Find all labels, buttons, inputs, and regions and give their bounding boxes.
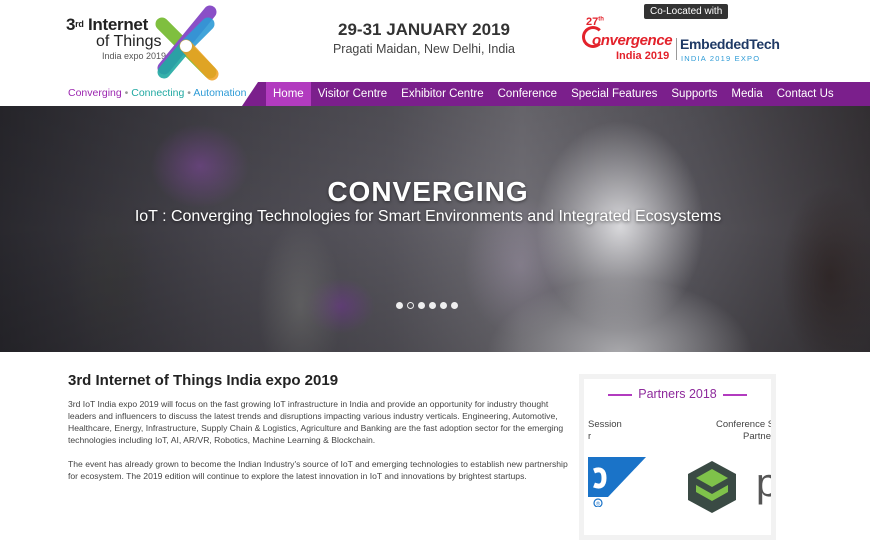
tagline: Converging • Connecting • Automation [68, 87, 246, 99]
event-date: 29-31 JANUARY 2019 [338, 20, 510, 39]
logo-title: 3rd Internet [66, 16, 148, 34]
embeddedtech-logo[interactable]: EmbeddedTech [680, 36, 780, 52]
partners-title-text: Partners 2018 [638, 387, 717, 401]
convergence-year: India 2019 [616, 50, 670, 62]
tagline-separator: • [124, 87, 129, 99]
sap-partner-logo-icon[interactable]: ® [588, 457, 646, 507]
intro-section: 3rd Internet of Things India expo 2019 3… [68, 372, 572, 494]
nav-exhibitor-centre[interactable]: Exhibitor Centre [394, 82, 490, 106]
iot-india-expo-logo[interactable]: 3rd Internet of Things India expo 2019 [66, 4, 236, 100]
partners-title-rule-right [722, 393, 747, 396]
convergence-edition: 27th [586, 16, 604, 28]
partner-label-conference-line1: Conference S [716, 419, 771, 430]
slider-dot-2[interactable] [407, 302, 414, 309]
nav-visitor-centre[interactable]: Visitor Centre [311, 82, 394, 106]
slider-dot-4[interactable] [429, 302, 436, 309]
hero-title: CONVERGING [327, 176, 529, 207]
hero-slider[interactable]: CONVERGING IoT : Converging Technologies… [0, 106, 870, 352]
convergence-name: onvergence [592, 32, 673, 49]
intro-paragraph-1: 3rd IoT India expo 2019 will focus on th… [68, 399, 564, 445]
colocated-events: Co-Located with 27th onvergence India 20… [580, 4, 780, 74]
convergence-number: 27 [586, 16, 599, 28]
colocated-divider [676, 38, 677, 60]
convergence-india-logo[interactable]: 27th onvergence India 2019 [582, 16, 677, 68]
tagline-converging: Converging [68, 87, 122, 99]
partner-label-session-line2: r [588, 431, 592, 442]
sap-registered-mark: ® [596, 501, 600, 508]
partners-carousel[interactable]: Partners 2018 Session r Conference S Par… [584, 379, 771, 535]
nav-special-features[interactable]: Special Features [564, 82, 664, 106]
site-header: 3rd Internet of Things India expo 2019 C… [0, 0, 870, 106]
hero-background-image [0, 106, 870, 352]
logo-x-mark-icon [155, 5, 219, 81]
partners-widget: Partners 2018 Session r Conference S Par… [579, 374, 776, 540]
nav-contact-us[interactable]: Contact Us [770, 82, 841, 106]
nav-conference[interactable]: Conference [491, 82, 564, 106]
convergence-suffix: th [598, 16, 604, 23]
nav-supports[interactable]: Supports [664, 82, 724, 106]
partners-title-rule-left [608, 393, 633, 396]
slider-dots [396, 302, 458, 309]
tagline-connecting: Connecting [131, 87, 185, 99]
logo-ordinal-suffix: rd [75, 19, 84, 29]
tagline-automation: Automation [193, 87, 247, 99]
partner-label-conference: Conference S Partne [716, 419, 771, 443]
intro-paragraph-2: The event has already grown to become th… [68, 459, 568, 481]
nav-media[interactable]: Media [724, 82, 769, 106]
event-venue: Pragati Maidan, New Delhi, India [332, 42, 516, 56]
slider-dot-1[interactable] [396, 302, 403, 309]
nav-home[interactable]: Home [266, 82, 311, 106]
main-nav: Home Visitor Centre Exhibitor Centre Con… [242, 82, 870, 106]
partner-label-conference-line2: Partne [743, 431, 771, 442]
embeddedtech-subtitle: INDIA 2019 EXPO [681, 54, 761, 63]
partner-p-logo[interactable]: p [756, 463, 771, 503]
logo-title-line1: Internet [88, 15, 148, 34]
partner-label-session-line1: Session [588, 419, 622, 430]
slider-dot-6[interactable] [451, 302, 458, 309]
partners-title: Partners 2018 [584, 387, 771, 401]
slider-dot-5[interactable] [440, 302, 447, 309]
intro-title: 3rd Internet of Things India expo 2019 [68, 372, 339, 389]
hero-subtitle: IoT : Converging Technologies for Smart … [134, 208, 722, 225]
logo-ordinal: 3 [66, 15, 76, 34]
partner-label-session: Session r [588, 419, 622, 443]
partner-hexagon-logo-icon[interactable] [684, 459, 740, 515]
slider-dot-3[interactable] [418, 302, 425, 309]
tagline-separator: • [187, 87, 191, 99]
